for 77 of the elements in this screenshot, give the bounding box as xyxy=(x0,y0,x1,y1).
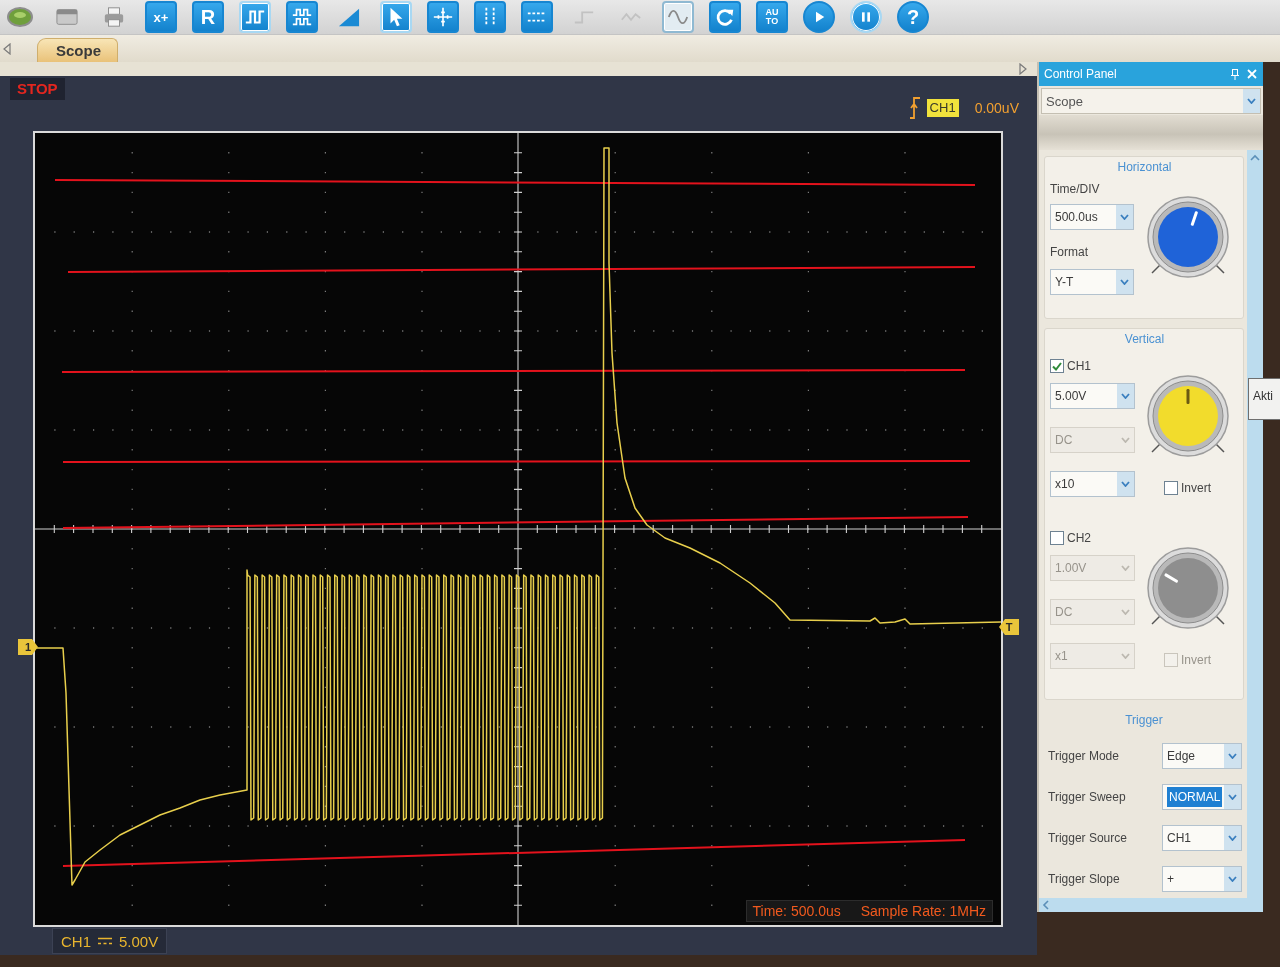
run-status: STOP xyxy=(10,78,65,100)
section-title: Trigger xyxy=(1124,713,1164,727)
sample-rate-readout: Sample Rate: 1MHz xyxy=(860,903,986,919)
knob[interactable] xyxy=(1144,373,1231,459)
refresh-icon xyxy=(714,6,736,28)
right-arrow-icon[interactable] xyxy=(1019,63,1027,75)
chevron-down-icon xyxy=(1121,653,1130,659)
checkbox-label: Invert xyxy=(1181,481,1211,495)
panel-title: Control Panel xyxy=(1044,67,1118,81)
chevron-down-icon xyxy=(1228,753,1237,759)
field-label: Format xyxy=(1050,245,1088,259)
dc-coupling-icon xyxy=(98,937,112,945)
toolbar-button[interactable] xyxy=(709,1,741,33)
dropdown[interactable]: 5.00V xyxy=(1050,383,1135,409)
dropdown[interactable]: CH1 xyxy=(1162,825,1242,851)
double-pulse-icon xyxy=(291,6,313,28)
checkbox-label: CH1 xyxy=(1067,359,1091,373)
chevron-down-icon xyxy=(1228,876,1237,882)
dropdown[interactable]: + xyxy=(1162,866,1242,892)
mode-dropdown[interactable]: Scope xyxy=(1041,88,1261,114)
disc-icon xyxy=(7,5,33,29)
window-icon xyxy=(56,6,78,28)
field-label: Trigger Mode xyxy=(1048,749,1119,763)
trigger-level: 0.00uV xyxy=(974,100,1019,116)
toolbar-button[interactable] xyxy=(521,1,553,33)
horizontal-scrollbar[interactable] xyxy=(1039,898,1263,912)
field-label: Trigger Slope xyxy=(1048,872,1120,886)
section-title: Horizontal xyxy=(1116,160,1173,174)
checkbox[interactable] xyxy=(1050,359,1064,373)
pin-icon[interactable] xyxy=(1231,68,1239,80)
checkmark-icon xyxy=(1052,361,1062,371)
knob[interactable] xyxy=(1144,545,1231,631)
dropdown[interactable]: x10 xyxy=(1050,471,1135,497)
field-label: Time/DIV xyxy=(1050,182,1100,196)
toolbar-button[interactable] xyxy=(286,1,318,33)
chevron-down-icon xyxy=(1120,214,1129,220)
printer-icon xyxy=(103,6,125,28)
checkbox[interactable] xyxy=(1164,481,1178,495)
chevron-down-icon xyxy=(1228,794,1237,800)
dropdown[interactable]: NORMAL xyxy=(1162,784,1242,810)
toolbar-button[interactable] xyxy=(474,1,506,33)
toolbar-button[interactable] xyxy=(803,1,835,33)
trigger-channel: CH1 xyxy=(926,99,959,117)
checkbox[interactable] xyxy=(1050,531,1064,545)
knob-face xyxy=(1157,207,1218,267)
rising-edge-icon xyxy=(908,97,921,119)
tab[interactable]: Scope xyxy=(37,38,118,62)
chevron-down-icon xyxy=(1228,835,1237,841)
chevron-down-icon xyxy=(1120,279,1129,285)
channel-marker[interactable]: 1 xyxy=(18,639,38,655)
chevron-down-icon xyxy=(1121,565,1130,571)
close-icon[interactable] xyxy=(1247,69,1257,79)
crosshair-icon xyxy=(432,6,454,28)
chevron-up-icon[interactable] xyxy=(1250,154,1260,161)
chevron-left-icon[interactable] xyxy=(1042,900,1049,910)
checkbox-label: Invert xyxy=(1181,653,1211,667)
left-arrow-icon[interactable] xyxy=(3,42,11,55)
checkbox-label: CH2 xyxy=(1067,531,1091,545)
section-title: Vertical xyxy=(1123,332,1166,346)
toolbar-button[interactable] xyxy=(427,1,459,33)
channel-label: CH1 xyxy=(61,932,91,950)
knob[interactable] xyxy=(1144,194,1231,280)
ramp-icon xyxy=(338,6,360,28)
toolbar-button[interactable] xyxy=(662,1,694,33)
volts-per-division: 5.00V xyxy=(119,932,159,950)
field-label: Trigger Sweep xyxy=(1048,790,1126,804)
tooltip: Akti xyxy=(1248,378,1280,420)
time-base-readout: Time: 500.0us xyxy=(752,903,841,919)
dropdown[interactable]: Edge xyxy=(1162,743,1242,769)
chevron-down-icon xyxy=(1121,437,1130,443)
chevron-down-icon xyxy=(1121,481,1130,487)
chevron-down-icon xyxy=(1121,609,1130,615)
dropdown[interactable]: 500.0us xyxy=(1050,204,1134,230)
chevron-down-icon xyxy=(1121,393,1130,399)
dropdown[interactable]: Y-T xyxy=(1050,269,1134,295)
chevron-down-icon xyxy=(1247,98,1256,104)
field-label: Trigger Source xyxy=(1048,831,1127,845)
